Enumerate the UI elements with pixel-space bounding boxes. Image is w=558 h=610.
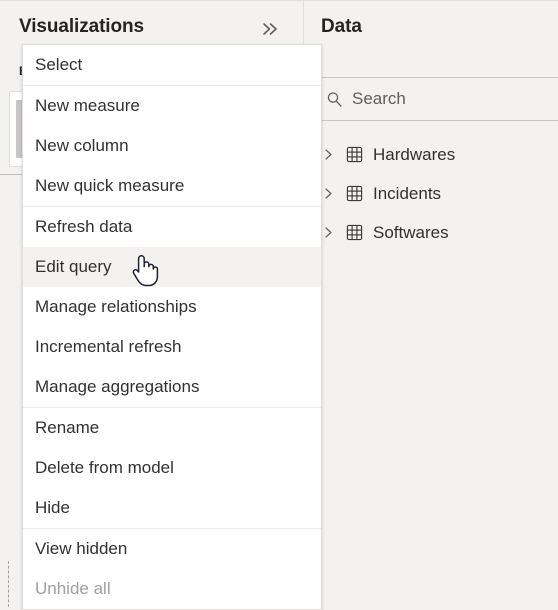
table-icon (344, 223, 364, 243)
table-context-menu: Select New measure New column New quick mea… (22, 44, 322, 610)
data-tree-item-softwares[interactable]: Softwares (304, 213, 558, 252)
context-menu-item: Unhide all (35, 579, 111, 598)
visualizations-panel-title: Visualizations (19, 16, 144, 37)
data-tree-item-label: Softwares (373, 222, 449, 242)
search-icon (325, 90, 343, 108)
chevron-right-icon[interactable] (320, 147, 336, 163)
data-tree-item-label: Incidents (373, 183, 442, 203)
chevron-right-icon[interactable] (320, 186, 336, 202)
context-menu-item[interactable]: Select (23, 45, 321, 85)
table-icon (344, 184, 364, 204)
context-menu-item[interactable]: Manage relationships (23, 287, 321, 327)
data-search-box[interactable]: Search (305, 77, 558, 121)
context-menu-item[interactable]: Rename (23, 408, 321, 448)
context-menu-item[interactable]: New column (23, 126, 321, 166)
context-menu-item[interactable]: Hide (23, 488, 321, 528)
context-menu-item[interactable]: Delete from model (23, 448, 321, 488)
context-menu-item[interactable]: New measure (23, 86, 321, 126)
data-search-placeholder: Search (352, 89, 406, 108)
data-tree-item-label: Hardwares (373, 144, 456, 164)
panel-drag-guide (8, 561, 9, 607)
chevron-double-right-icon[interactable] (259, 18, 281, 40)
data-tree: Hardwares Incidents Softwares (304, 135, 558, 252)
data-panel-header: Data (304, 1, 558, 53)
data-panel-title: Data (321, 16, 362, 37)
data-tree-item-incidents[interactable]: Incidents (304, 174, 558, 213)
data-tree-item-hardwares[interactable]: Hardwares (304, 135, 558, 174)
context-menu-item[interactable]: Manage aggregations (23, 367, 321, 407)
table-icon (344, 145, 364, 165)
chevron-right-icon[interactable] (320, 225, 336, 241)
app-root: Visualizations Build visual Data (0, 0, 558, 610)
data-panel: Data Search Hardwares Incidents Software… (303, 0, 558, 606)
context-menu-item[interactable]: Incremental refresh (23, 327, 321, 367)
context-menu-item[interactable]: Refresh data (23, 207, 321, 247)
context-menu-item[interactable]: New quick measure (23, 166, 321, 206)
context-menu-item[interactable]: Edit query (23, 247, 321, 287)
context-menu-item[interactable]: View hidden (23, 529, 321, 569)
